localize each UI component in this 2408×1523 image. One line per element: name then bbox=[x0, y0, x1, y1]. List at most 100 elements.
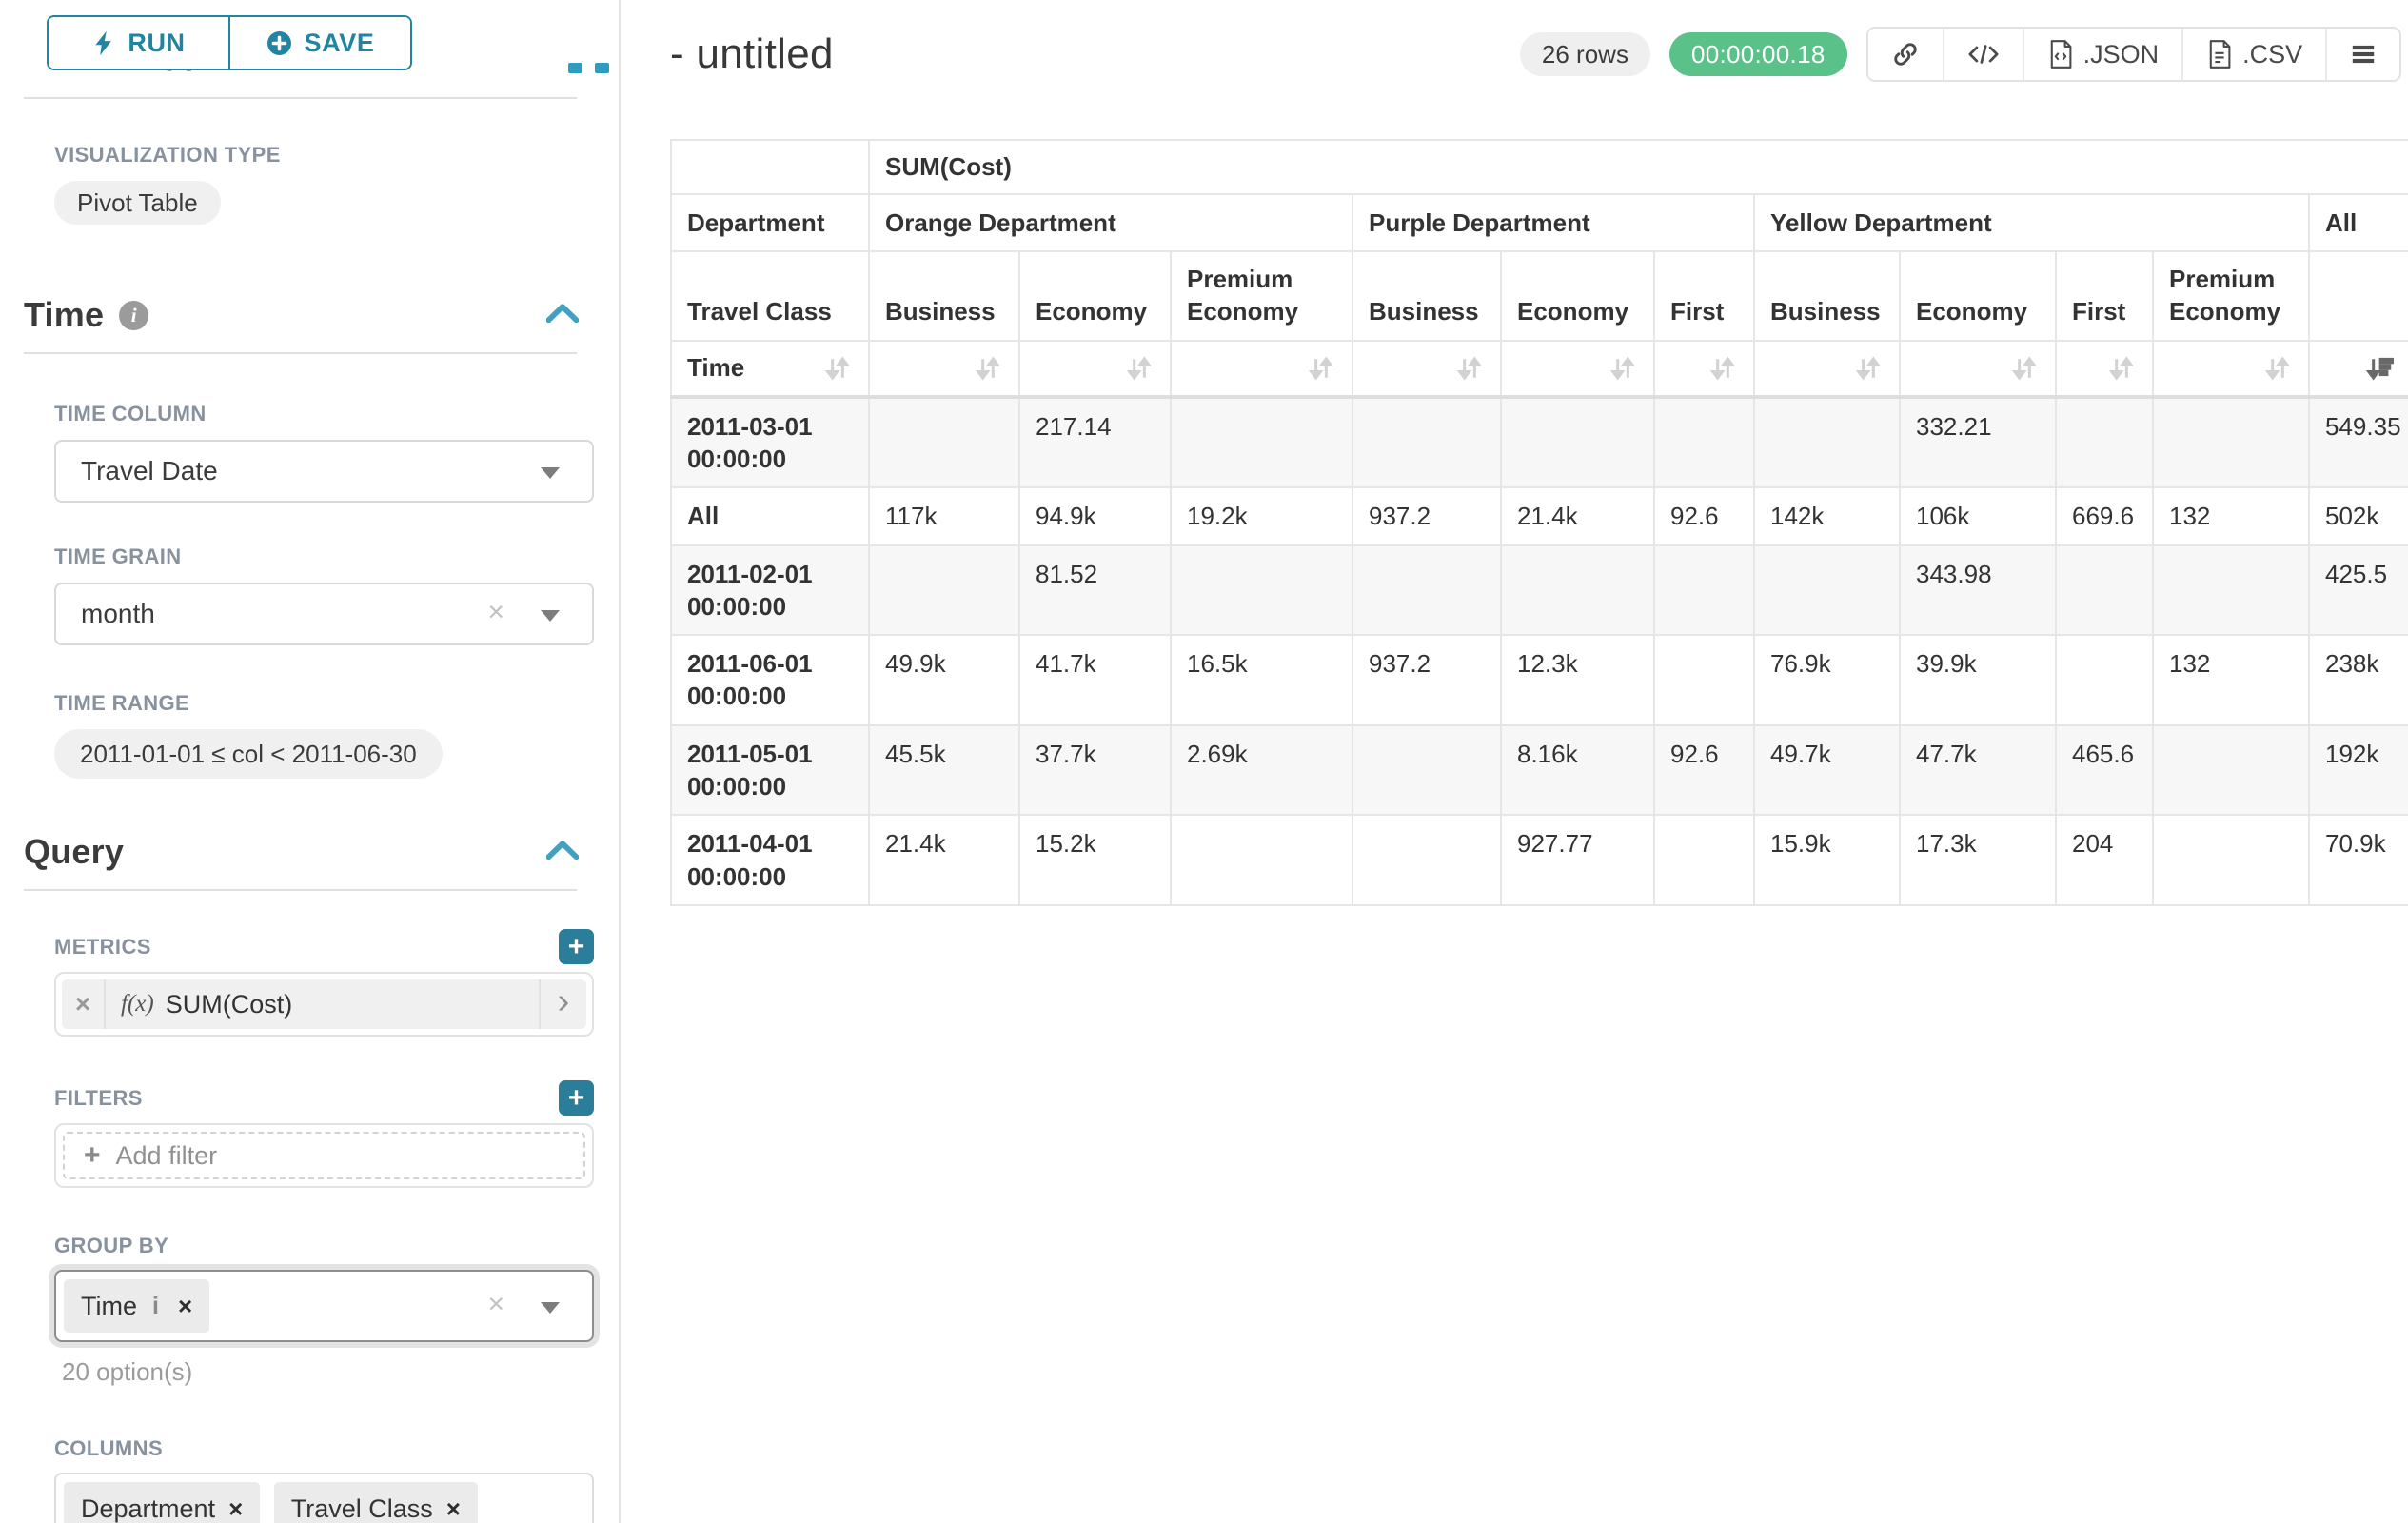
chart-title[interactable]: - untitled bbox=[670, 30, 834, 78]
pivot-column-sort[interactable] bbox=[2153, 341, 2309, 397]
pivot-group-header: All bbox=[2309, 194, 2408, 251]
embed-code-button[interactable] bbox=[1943, 29, 2023, 80]
pivot-column-sort[interactable] bbox=[1501, 341, 1654, 397]
pivot-column-sort[interactable] bbox=[1352, 341, 1501, 397]
pivot-cell bbox=[1352, 815, 1501, 905]
group-by-label: GROUP BY bbox=[54, 1234, 594, 1258]
tag-info-icon: i bbox=[152, 1293, 159, 1320]
pivot-cell: 343.98 bbox=[1900, 545, 2056, 636]
pivot-group-header: Purple Department bbox=[1352, 194, 1754, 251]
pivot-cell bbox=[1754, 545, 1900, 636]
pivot-data-row: 2011-03-01 00:00:00217.14332.21549.35 bbox=[671, 397, 2408, 488]
time-section-title: Time bbox=[24, 295, 104, 335]
collapse-chevron-up-icon[interactable] bbox=[546, 304, 579, 327]
pivot-column-sort[interactable] bbox=[2056, 341, 2153, 397]
remove-tag-icon[interactable]: × bbox=[178, 1292, 192, 1321]
add-metric-button[interactable]: + bbox=[559, 929, 594, 964]
pivot-class-header: Business bbox=[869, 251, 1019, 341]
clear-icon[interactable]: × bbox=[487, 1289, 504, 1321]
pivot-cell bbox=[1352, 725, 1501, 816]
copy-link-button[interactable] bbox=[1868, 29, 1943, 80]
pivot-data-row: 2011-06-01 00:00:0049.9k41.7k16.5k937.21… bbox=[671, 635, 2408, 725]
pivot-column-sort[interactable] bbox=[869, 341, 1019, 397]
pivot-cell bbox=[1501, 545, 1654, 636]
visualization-type-label: VISUALIZATION TYPE bbox=[54, 143, 594, 168]
save-button[interactable]: SAVE bbox=[228, 17, 410, 69]
pivot-cell: 192k bbox=[2309, 725, 2408, 816]
pivot-cell: 465.6 bbox=[2056, 725, 2153, 816]
menu-button[interactable] bbox=[2325, 29, 2399, 80]
export-csv-button[interactable]: .CSV bbox=[2181, 29, 2325, 80]
add-filter-plus-button[interactable]: + bbox=[559, 1080, 594, 1116]
link-icon bbox=[1891, 40, 1920, 69]
collapse-chevron-up-icon[interactable] bbox=[546, 841, 579, 864]
pivot-cell bbox=[2056, 635, 2153, 725]
run-button[interactable]: RUN bbox=[49, 17, 228, 69]
pivot-cell: 669.6 bbox=[2056, 487, 2153, 544]
pivot-group-header: Yellow Department bbox=[1754, 194, 2309, 251]
time-grain-label: TIME GRAIN bbox=[54, 544, 594, 569]
query-section-header: Query bbox=[24, 832, 594, 872]
pivot-cell: 94.9k bbox=[1019, 487, 1171, 544]
pivot-data-row: 2011-05-01 00:00:0045.5k37.7k2.69k8.16k9… bbox=[671, 725, 2408, 816]
columns-select[interactable]: Department × Travel Class × × bbox=[54, 1473, 594, 1523]
pivot-cell: 937.2 bbox=[1352, 635, 1501, 725]
sort-icon bbox=[1853, 353, 1884, 384]
pivot-cell: 81.52 bbox=[1019, 545, 1171, 636]
pivot-cell: 92.6 bbox=[1654, 487, 1754, 544]
pivot-cell: 204 bbox=[2056, 815, 2153, 905]
metric-pill[interactable]: × f(x) SUM(Cost) › bbox=[62, 979, 586, 1029]
time-column-select[interactable]: Travel Date bbox=[54, 440, 594, 503]
remove-metric-icon[interactable]: × bbox=[62, 979, 106, 1029]
pivot-column-sort[interactable] bbox=[1654, 341, 1754, 397]
pivot-cell bbox=[1654, 397, 1754, 488]
metrics-container: × f(x) SUM(Cost) › bbox=[54, 972, 594, 1037]
pivot-cell: 8.16k bbox=[1501, 725, 1654, 816]
columns-tag[interactable]: Department × bbox=[64, 1482, 260, 1523]
pivot-table-container: SUM(Cost)DepartmentOrange DepartmentPurp… bbox=[670, 139, 2408, 906]
pivot-column-sort[interactable] bbox=[1900, 341, 2056, 397]
filters-container: + Add filter bbox=[54, 1123, 594, 1188]
time-range-label: TIME RANGE bbox=[54, 691, 594, 716]
pivot-cell: 16.5k bbox=[1171, 635, 1352, 725]
info-icon: i bbox=[119, 301, 148, 330]
viz-type-pill[interactable]: Pivot Table bbox=[54, 181, 221, 225]
pivot-data-row: 2011-02-01 00:00:0081.52343.98425.5 bbox=[671, 545, 2408, 636]
pivot-column-sort[interactable] bbox=[2309, 341, 2408, 397]
control-panel: Chart Type RUN SAVE VISUALIZATION bbox=[0, 0, 621, 1523]
pivot-cell: 70.9k bbox=[2309, 815, 2408, 905]
pivot-cell: 41.7k bbox=[1019, 635, 1171, 725]
group-by-select[interactable]: Time i × × bbox=[54, 1270, 594, 1342]
pivot-cell: 47.7k bbox=[1900, 725, 2056, 816]
caret-down-icon bbox=[541, 467, 560, 479]
pivot-row-dimension-sort[interactable]: Time bbox=[671, 341, 869, 397]
group-by-tag[interactable]: Time i × bbox=[64, 1279, 209, 1333]
superset-explore-view: Chart Type RUN SAVE VISUALIZATION bbox=[0, 0, 2408, 1523]
pivot-cell: 49.9k bbox=[869, 635, 1019, 725]
pivot-class-header: Business bbox=[1352, 251, 1501, 341]
chart-toolbar: 26 rows 00:00:00.18 bbox=[1520, 27, 2401, 82]
pivot-cell: 21.4k bbox=[1501, 487, 1654, 544]
pivot-column-sort[interactable] bbox=[1019, 341, 1171, 397]
pivot-column-sort[interactable] bbox=[1171, 341, 1352, 397]
remove-tag-icon[interactable]: × bbox=[228, 1494, 243, 1523]
add-filter-button[interactable]: + Add filter bbox=[63, 1132, 585, 1179]
pivot-cell: 15.2k bbox=[1019, 815, 1171, 905]
pivot-cell bbox=[869, 545, 1019, 636]
sort-icon bbox=[1306, 353, 1336, 384]
pivot-class-header: First bbox=[1654, 251, 1754, 341]
query-section-title: Query bbox=[24, 832, 124, 872]
pivot-column-sort[interactable] bbox=[1754, 341, 1900, 397]
remove-tag-icon[interactable]: × bbox=[446, 1494, 461, 1523]
time-grain-select[interactable]: month × bbox=[54, 583, 594, 645]
export-json-button[interactable]: .JSON bbox=[2023, 29, 2182, 80]
pivot-cell: 76.9k bbox=[1754, 635, 1900, 725]
lightning-bolt-icon bbox=[91, 30, 115, 56]
pivot-cell: 238k bbox=[2309, 635, 2408, 725]
chevron-right-icon[interactable]: › bbox=[539, 979, 586, 1029]
clear-icon[interactable]: × bbox=[487, 597, 504, 629]
time-range-pill[interactable]: 2011-01-01 ≤ col < 2011-06-30 bbox=[54, 729, 443, 779]
columns-tag[interactable]: Travel Class × bbox=[274, 1482, 478, 1523]
pivot-cell: 19.2k bbox=[1171, 487, 1352, 544]
pivot-data-row: 2011-04-01 00:00:0021.4k15.2k927.7715.9k… bbox=[671, 815, 2408, 905]
